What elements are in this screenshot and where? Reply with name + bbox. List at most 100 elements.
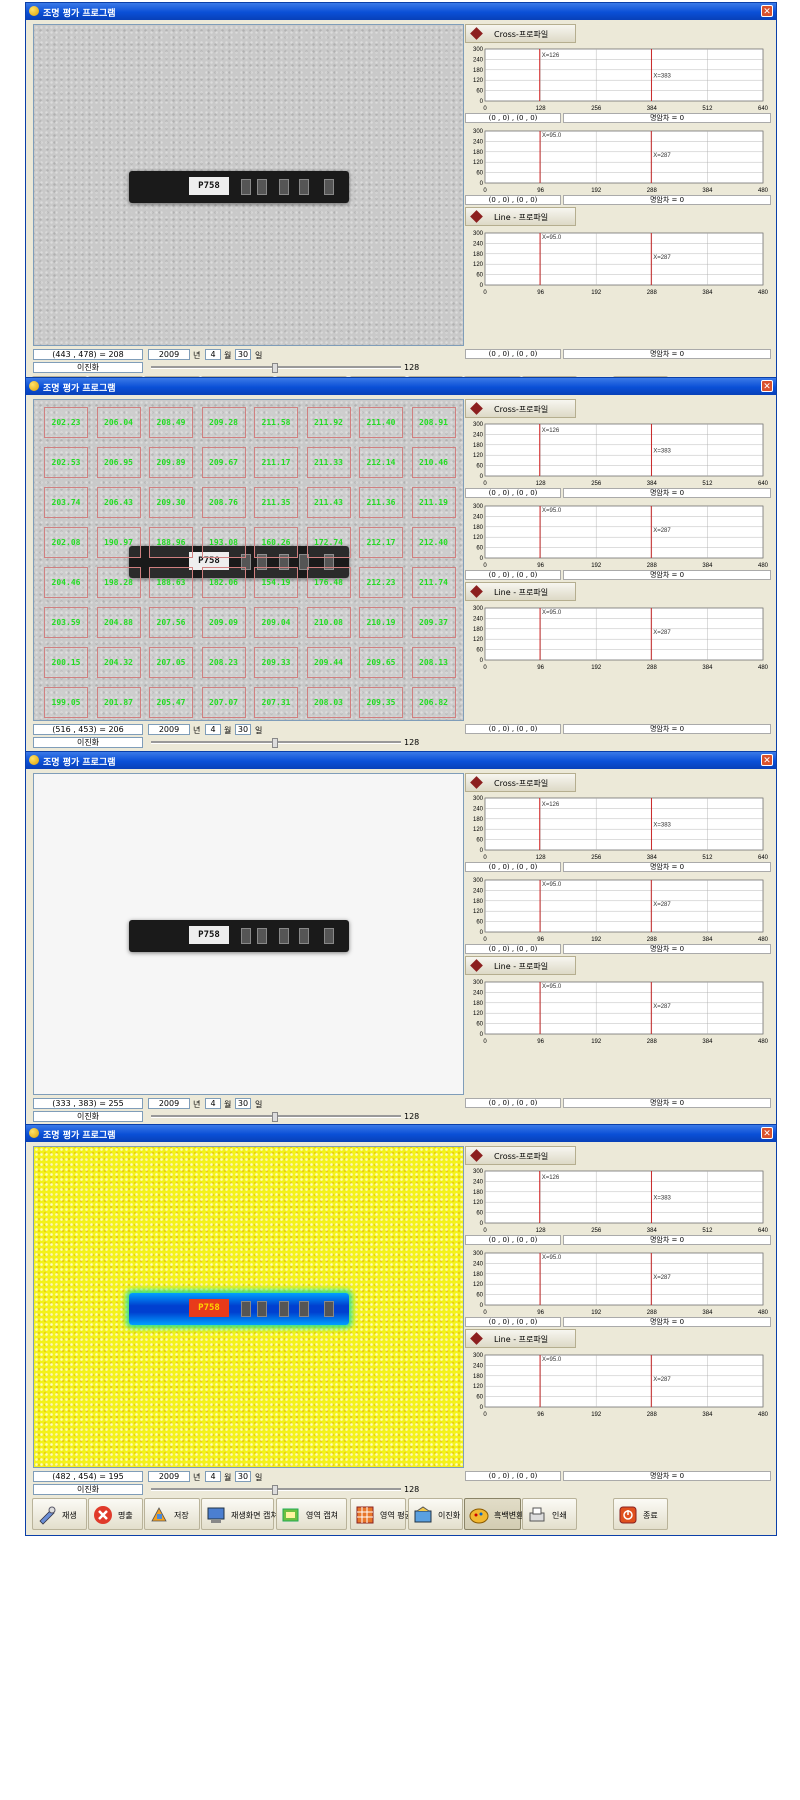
grid-cell[interactable]: 207.07: [201, 687, 246, 718]
grid-cell[interactable]: 207.05: [149, 647, 193, 678]
year-field[interactable]: 2009: [148, 349, 190, 360]
grid-cell[interactable]: 190.97: [96, 527, 141, 558]
threshold-slider-thumb[interactable]: [272, 738, 278, 748]
grid-cell[interactable]: 209.28: [201, 407, 246, 438]
cross-profile-button[interactable]: Cross-프로파일: [465, 24, 576, 43]
cross-profile-button[interactable]: Cross-프로파일: [465, 773, 576, 792]
grid-cell[interactable]: 211.43: [306, 487, 351, 518]
grid-cell[interactable]: 206.95: [96, 447, 141, 478]
line-profile-button[interactable]: Line - 프로파일: [465, 1329, 576, 1348]
grid-cell[interactable]: 207.56: [149, 607, 193, 638]
grid-cell[interactable]: 208.76: [201, 487, 246, 518]
grid-cell[interactable]: 204.46: [44, 567, 88, 598]
grid-cell[interactable]: 209.35: [359, 687, 403, 718]
camera-image-view[interactable]: P758: [33, 24, 464, 346]
close-icon[interactable]: ✕: [761, 754, 773, 766]
day-field[interactable]: 30: [235, 349, 251, 360]
grid-cell[interactable]: 205.47: [149, 687, 193, 718]
grid-cell[interactable]: 204.88: [96, 607, 141, 638]
grid-cell[interactable]: 211.92: [306, 407, 351, 438]
cross-profile-button[interactable]: Cross-프로파일: [465, 399, 576, 418]
binarize-button[interactable]: 이진화: [408, 1498, 463, 1530]
month-field[interactable]: 4: [205, 1098, 221, 1109]
grid-cell[interactable]: 204.32: [96, 647, 141, 678]
year-field[interactable]: 2009: [148, 724, 190, 735]
threshold-slider-thumb[interactable]: [272, 1485, 278, 1495]
save-button[interactable]: 저장: [144, 1498, 200, 1530]
camera-image-view[interactable]: P758: [33, 1146, 464, 1468]
grid-cell[interactable]: 211.40: [359, 407, 403, 438]
grid-cell[interactable]: 209.37: [411, 607, 456, 638]
day-field[interactable]: 30: [235, 1471, 251, 1482]
grid-cell[interactable]: 208.49: [149, 407, 193, 438]
capture-playback-button[interactable]: 재생화면 캡쳐: [201, 1498, 278, 1530]
close-icon[interactable]: ✕: [761, 5, 773, 17]
grid-cell[interactable]: 176.48: [306, 567, 351, 598]
grid-cell[interactable]: 208.91: [411, 407, 456, 438]
grid-cell[interactable]: 211.36: [359, 487, 403, 518]
threshold-slider-thumb[interactable]: [272, 363, 278, 373]
grid-cell[interactable]: 212.40: [411, 527, 456, 558]
grid-cell[interactable]: 198.28: [96, 567, 141, 598]
grid-cell[interactable]: 210.46: [411, 447, 456, 478]
month-field[interactable]: 4: [205, 724, 221, 735]
title-bar[interactable]: 조명 평가 프로그램 ✕: [26, 3, 776, 20]
camera-image-view[interactable]: P758 202.23 206.04 208.49 209.28 211.58 211.92…: [33, 399, 464, 721]
grid-cell[interactable]: 211.33: [306, 447, 351, 478]
grid-cell[interactable]: 199.05: [44, 687, 88, 718]
grid-cell[interactable]: 202.53: [44, 447, 88, 478]
grid-cell[interactable]: 200.15: [44, 647, 88, 678]
grid-cell[interactable]: 209.04: [254, 607, 298, 638]
title-bar[interactable]: 조명 평가 프로그램 ✕: [26, 378, 776, 395]
line-profile-button[interactable]: Line - 프로파일: [465, 207, 576, 226]
year-field[interactable]: 2009: [148, 1471, 190, 1482]
close-icon[interactable]: ✕: [761, 380, 773, 392]
grid-cell[interactable]: 202.23: [44, 407, 88, 438]
grid-cell[interactable]: 160.26: [254, 527, 298, 558]
area-capture-button[interactable]: 영역 캡쳐: [276, 1498, 347, 1530]
grid-cell[interactable]: 206.43: [96, 487, 141, 518]
month-field[interactable]: 4: [205, 349, 221, 360]
grid-cell[interactable]: 188.96: [149, 527, 193, 558]
grid-cell[interactable]: 211.17: [254, 447, 298, 478]
print-button[interactable]: 인쇄: [522, 1498, 577, 1530]
grid-cell[interactable]: 210.19: [359, 607, 403, 638]
grid-cell[interactable]: 211.74: [411, 567, 456, 598]
grid-cell[interactable]: 208.03: [306, 687, 351, 718]
grid-cell[interactable]: 207.31: [254, 687, 298, 718]
grid-cell[interactable]: 188.63: [149, 567, 193, 598]
title-bar[interactable]: 조명 평가 프로그램 ✕: [26, 1125, 776, 1142]
grid-cell[interactable]: 208.13: [411, 647, 456, 678]
grid-cell[interactable]: 172.74: [306, 527, 351, 558]
line-profile-button[interactable]: Line - 프로파일: [465, 582, 576, 601]
grid-cell[interactable]: 209.65: [359, 647, 403, 678]
grid-cell[interactable]: 193.08: [201, 527, 246, 558]
grid-cell[interactable]: 212.23: [359, 567, 403, 598]
camera-image-view[interactable]: P758: [33, 773, 464, 1095]
grid-cell[interactable]: 211.19: [411, 487, 456, 518]
grid-cell[interactable]: 209.67: [201, 447, 246, 478]
exit-button[interactable]: 종료: [613, 1498, 668, 1530]
grid-cell[interactable]: 154.19: [254, 567, 298, 598]
color-convert-button[interactable]: 흑백변환: [464, 1498, 523, 1530]
grid-cell[interactable]: 212.17: [359, 527, 403, 558]
grid-cell[interactable]: 209.89: [149, 447, 193, 478]
close-icon[interactable]: ✕: [761, 1127, 773, 1139]
year-field[interactable]: 2009: [148, 1098, 190, 1109]
line-profile-button[interactable]: Line - 프로파일: [465, 956, 576, 975]
exposure-button[interactable]: 명출: [88, 1498, 143, 1530]
grid-cell[interactable]: 206.82: [411, 687, 456, 718]
grid-cell[interactable]: 202.08: [44, 527, 88, 558]
day-field[interactable]: 30: [235, 1098, 251, 1109]
play-button[interactable]: 재생: [32, 1498, 87, 1530]
grid-cell[interactable]: 212.14: [359, 447, 403, 478]
day-field[interactable]: 30: [235, 724, 251, 735]
grid-cell[interactable]: 208.23: [201, 647, 246, 678]
grid-cell[interactable]: 201.87: [96, 687, 141, 718]
grid-cell[interactable]: 209.30: [149, 487, 193, 518]
grid-cell[interactable]: 209.09: [201, 607, 246, 638]
threshold-slider-thumb[interactable]: [272, 1112, 278, 1122]
grid-cell[interactable]: 203.74: [44, 487, 88, 518]
title-bar[interactable]: 조명 평가 프로그램 ✕: [26, 752, 776, 769]
grid-cell[interactable]: 206.04: [96, 407, 141, 438]
